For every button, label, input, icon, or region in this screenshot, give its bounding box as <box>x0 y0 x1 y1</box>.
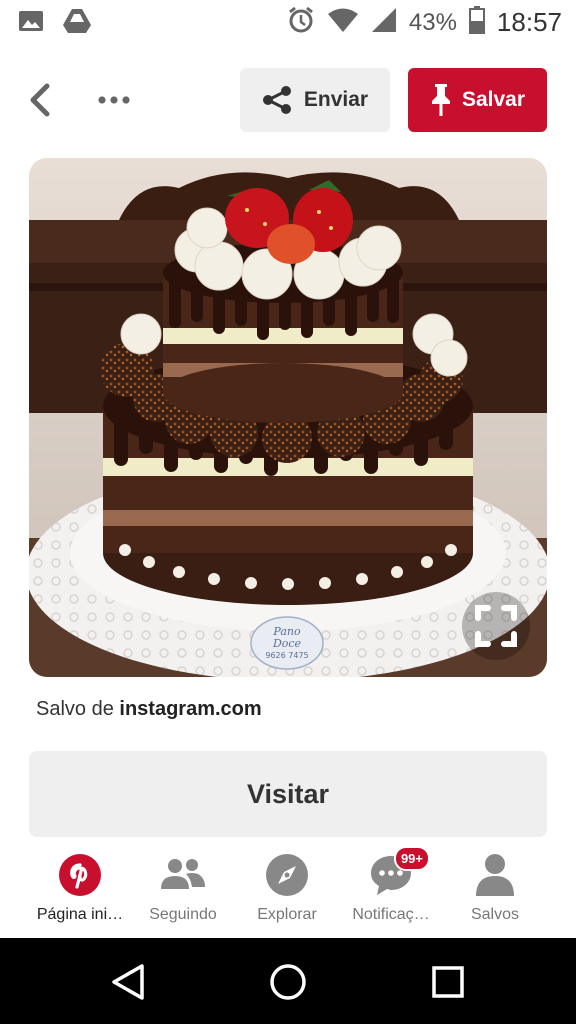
notification-badge: 99+ <box>393 846 430 871</box>
system-recents-button[interactable] <box>426 960 470 1004</box>
chevron-left-icon <box>30 83 50 117</box>
system-home-button[interactable] <box>266 960 310 1004</box>
system-navigation-bar <box>0 938 576 1024</box>
person-icon <box>472 852 518 898</box>
triangle-back-icon <box>112 964 144 1000</box>
cake-photo: Pano Doce 9626 7475 <box>29 158 547 677</box>
nav-label-home: Página ini… <box>36 906 124 923</box>
image-icon <box>18 9 44 38</box>
watermark-stamp: Pano Doce 9626 7475 <box>250 616 324 670</box>
battery-percent: 43% <box>408 8 457 36</box>
visit-button[interactable]: Visitar <box>29 751 547 837</box>
nav-label-notifications: Notificaç… <box>352 906 430 923</box>
save-button-label: Salvar <box>461 88 526 111</box>
nav-item-following[interactable]: Seguindo <box>128 852 238 936</box>
nav-label-saved: Salvos <box>470 906 520 923</box>
chat-bubble-icon: 99+ <box>368 846 430 898</box>
send-button-label: Enviar <box>303 88 369 111</box>
visit-button-label: Visitar <box>246 778 330 809</box>
nav-item-explore[interactable]: Explorar <box>232 852 342 936</box>
pin-action-bar: Enviar Salvar <box>0 62 576 138</box>
more-options-button[interactable] <box>92 80 136 120</box>
nav-label-following: Seguindo <box>149 906 217 923</box>
saved-from-source[interactable]: instagram.com <box>119 698 261 720</box>
watermark-phone: 9626 7475 <box>265 651 308 660</box>
nav-item-notifications[interactable]: 99+ Notificaç… <box>336 846 446 936</box>
square-recents-icon <box>432 966 464 998</box>
send-button[interactable]: Enviar <box>240 68 390 132</box>
clock: 18:57 <box>496 7 562 37</box>
watermark-line2: Doce <box>272 637 302 650</box>
nav-item-saved[interactable]: Salvos <box>440 852 550 936</box>
pushpin-icon <box>431 84 450 116</box>
drive-icon <box>62 8 92 39</box>
expand-icon <box>475 605 517 647</box>
visual-search-button[interactable] <box>462 592 530 660</box>
nav-label-explore: Explorar <box>257 906 317 923</box>
people-icon <box>160 852 206 898</box>
back-button[interactable] <box>20 80 60 120</box>
saved-from-text: Salvo de instagram.com <box>36 698 262 721</box>
wifi-icon <box>327 7 359 38</box>
system-back-button[interactable] <box>106 960 150 1004</box>
battery-icon <box>468 6 485 39</box>
more-horizontal-icon <box>98 96 130 104</box>
bottom-navigation: Página ini… Seguindo Explorar 99+ Notifi… <box>0 842 576 938</box>
saved-from-prefix: Salvo de <box>36 698 120 720</box>
signal-icon <box>371 7 397 38</box>
save-button[interactable]: Salvar <box>408 68 547 132</box>
compass-icon <box>264 852 310 898</box>
status-bar: 43% 18:57 <box>0 0 576 46</box>
pinterest-logo-icon <box>57 852 103 898</box>
share-icon <box>262 86 291 114</box>
pin-image[interactable]: Pano Doce 9626 7475 <box>29 158 547 677</box>
alarm-icon <box>287 6 315 39</box>
nav-item-home[interactable]: Página ini… <box>25 852 135 936</box>
circle-home-icon <box>270 964 306 1000</box>
